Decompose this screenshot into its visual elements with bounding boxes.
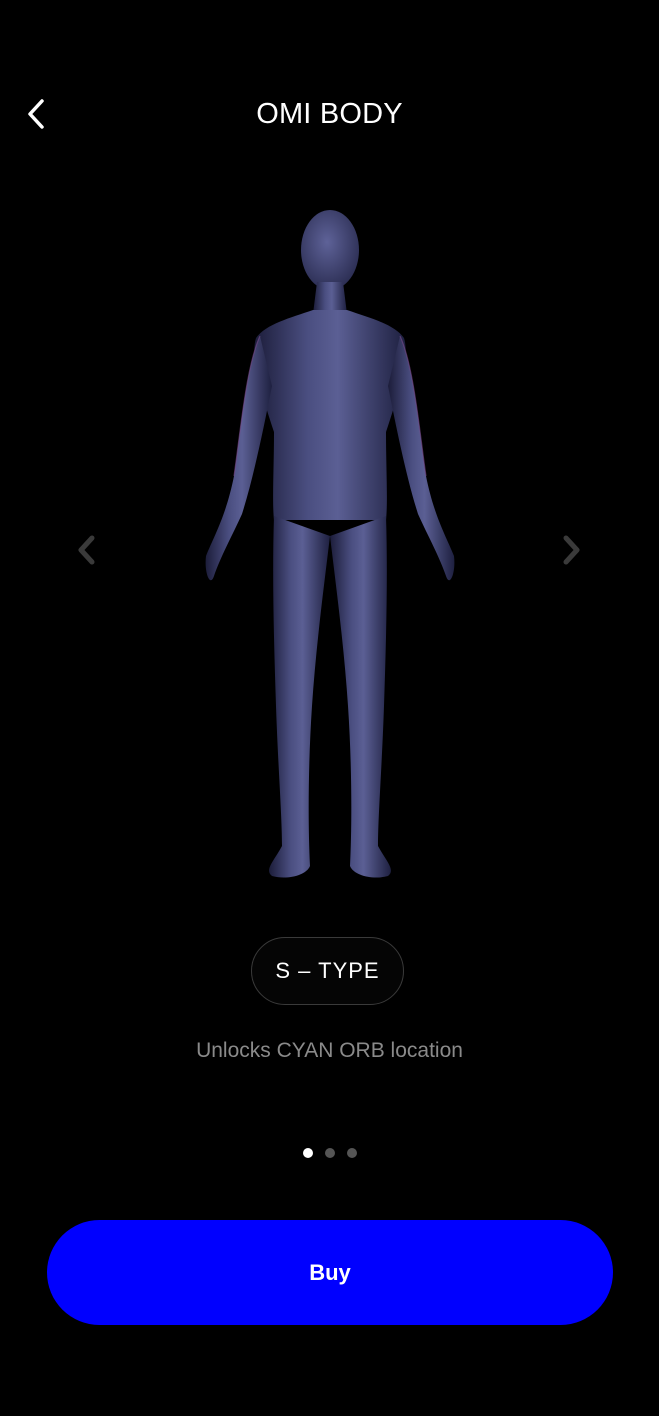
- body-model-image: [205, 210, 455, 878]
- unlock-description: Unlocks CYAN ORB location: [196, 1039, 463, 1062]
- header: OMI BODY: [0, 82, 659, 150]
- buy-button[interactable]: Buy: [47, 1220, 613, 1325]
- page-indicator: [0, 1148, 659, 1158]
- page-title: OMI BODY: [256, 98, 403, 130]
- chevron-right-icon: [563, 535, 580, 565]
- page-dot-1[interactable]: [302, 1148, 313, 1158]
- page-dot-2[interactable]: [324, 1148, 335, 1158]
- type-badge: S – TYPE: [251, 937, 404, 1005]
- body-carousel[interactable]: [0, 200, 659, 890]
- page-dot-3[interactable]: [346, 1148, 357, 1158]
- next-body-button[interactable]: [551, 530, 591, 570]
- chevron-left-icon: [78, 535, 95, 565]
- previous-body-button[interactable]: [67, 530, 107, 570]
